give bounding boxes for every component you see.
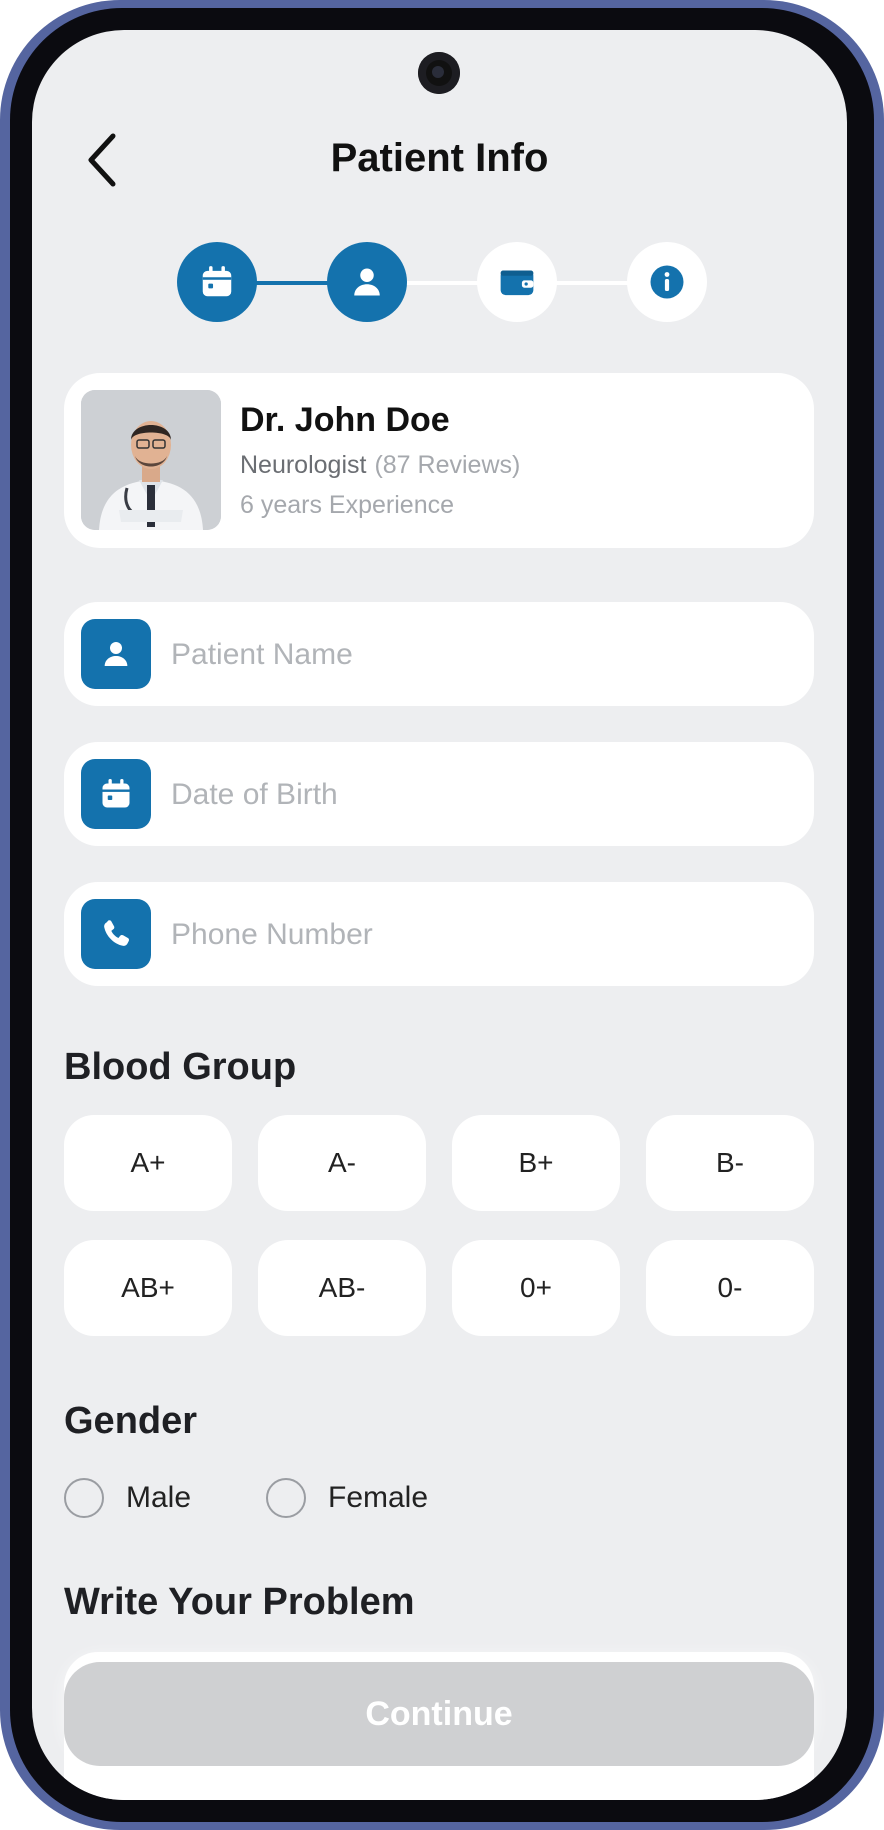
user-icon [81, 619, 151, 689]
patient-name-field[interactable] [64, 602, 814, 708]
app-screen: Patient Info Dr. John Doe Neurologist (8… [32, 30, 847, 1800]
doctor-card: Dr. John Doe Neurologist (87 Reviews) 6 y… [64, 373, 814, 548]
page-title: Patient Info [330, 136, 549, 180]
problem-title: Write Your Problem [64, 1581, 415, 1623]
wallet-icon [500, 270, 534, 296]
step-connector-done [247, 281, 333, 285]
doctor-experience: 6 years Experience [240, 491, 455, 519]
blood-option-b-positive[interactable]: B+ [452, 1115, 620, 1211]
blood-option-0-negative[interactable]: 0- [646, 1240, 814, 1336]
phone-number-field[interactable] [64, 882, 814, 988]
doctor-photo [81, 390, 221, 530]
blood-option-0-positive[interactable]: 0+ [452, 1240, 620, 1336]
step-connector [397, 281, 487, 285]
blood-group-options: A+ A- B+ B- AB+ AB- 0+ 0- [64, 1115, 814, 1337]
step-patient-info[interactable] [327, 242, 407, 322]
info-icon [650, 265, 684, 299]
radio-button[interactable] [64, 1478, 104, 1518]
phone-icon [81, 899, 151, 969]
gender-title: Gender [64, 1400, 198, 1442]
blood-option-a-positive[interactable]: A+ [64, 1115, 232, 1211]
gender-option-female[interactable]: Female [266, 1476, 428, 1520]
progress-stepper [177, 242, 707, 322]
date-of-birth-input[interactable] [169, 742, 793, 848]
doctor-reviews: (87 Reviews) [374, 451, 521, 479]
continue-button[interactable]: Continue [64, 1662, 814, 1766]
phone-number-input[interactable] [169, 882, 793, 988]
user-icon [354, 268, 380, 296]
date-of-birth-field[interactable] [64, 742, 814, 848]
calendar-icon [202, 266, 232, 297]
patient-name-input[interactable] [169, 602, 793, 708]
calendar-icon [81, 759, 151, 829]
radio-button[interactable] [266, 1478, 306, 1518]
step-payment[interactable] [477, 242, 557, 322]
doctor-specialty-line: Neurologist (87 Reviews) [240, 451, 520, 480]
volume-button [878, 700, 884, 840]
power-button [878, 335, 884, 505]
gender-label-male: Male [126, 1481, 192, 1514]
step-connector [547, 281, 637, 285]
phone-frame: Patient Info Dr. John Doe Neurologist (8… [0, 0, 884, 1830]
step-summary[interactable] [627, 242, 707, 322]
step-appointment[interactable] [177, 242, 257, 322]
gender-option-male[interactable]: Male [64, 1476, 191, 1520]
blood-option-ab-negative[interactable]: AB- [258, 1240, 426, 1336]
doctor-name: Dr. John Doe [240, 401, 450, 439]
blood-option-a-negative[interactable]: A- [258, 1115, 426, 1211]
blood-group-title: Blood Group [64, 1046, 297, 1088]
blood-option-b-negative[interactable]: B- [646, 1115, 814, 1211]
blood-option-ab-positive[interactable]: AB+ [64, 1240, 232, 1336]
front-camera [418, 52, 460, 94]
doctor-specialty: Neurologist [240, 451, 367, 479]
gender-label-female: Female [328, 1481, 429, 1514]
